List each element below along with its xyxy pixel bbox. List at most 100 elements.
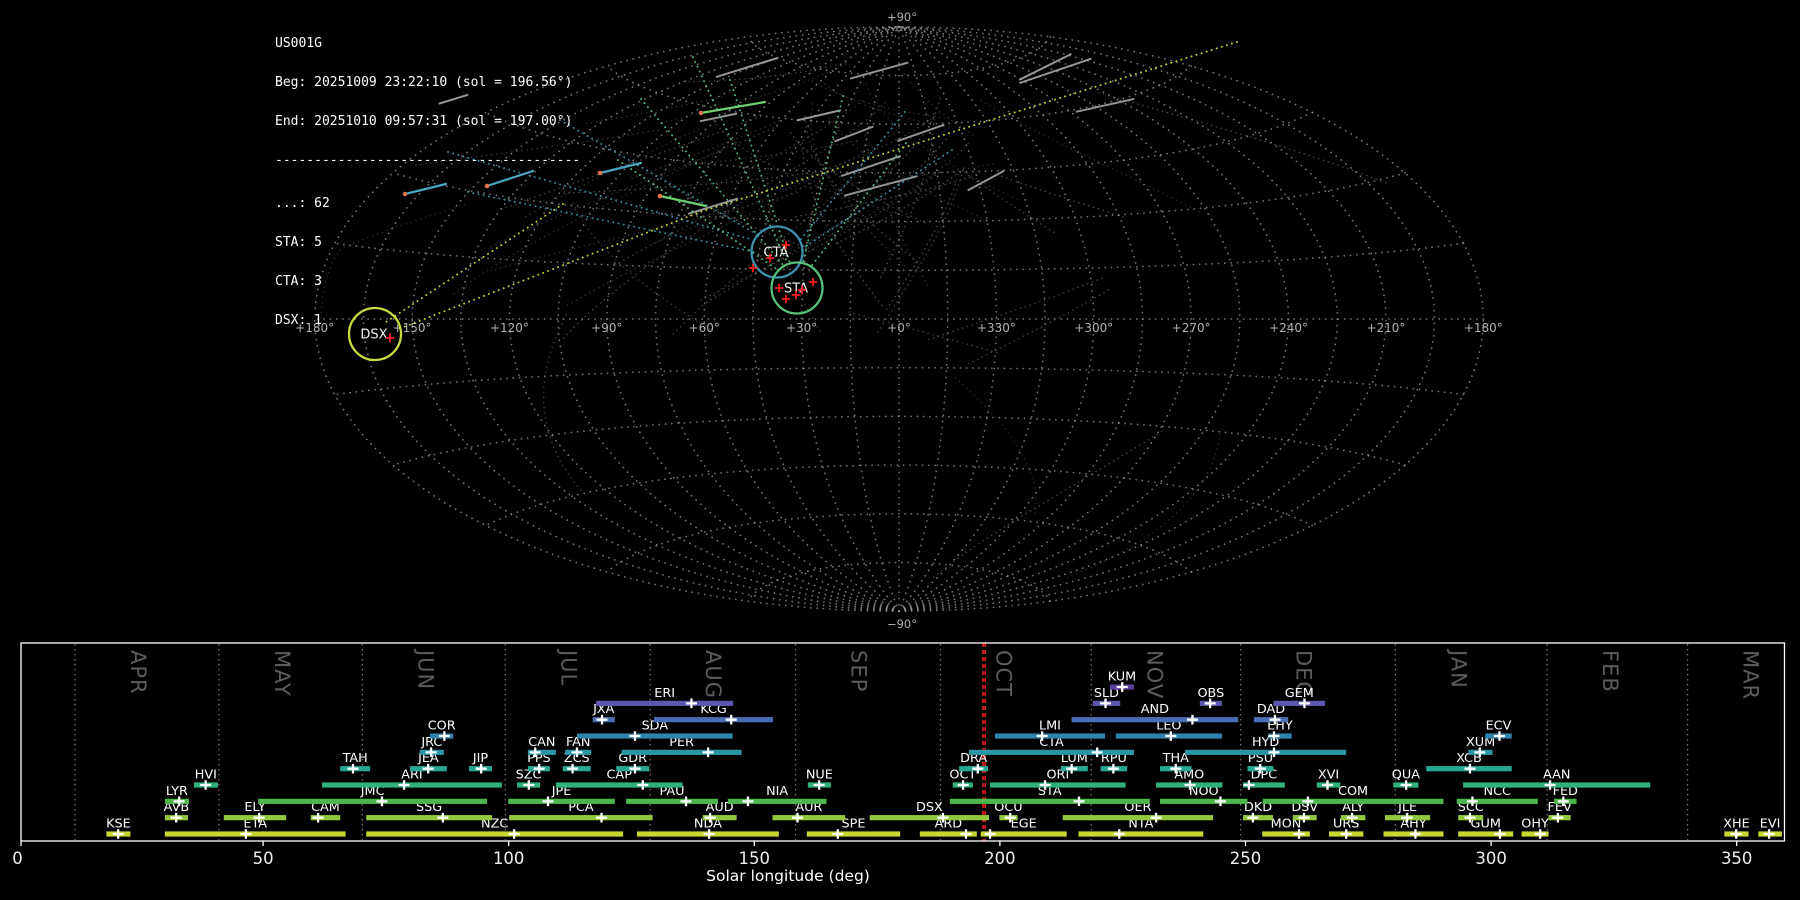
month-label: MAY: [270, 650, 294, 697]
shower-peak-marker: [702, 747, 714, 758]
meteor-trail-gray: [801, 142, 886, 310]
meteor-trail-gray: [763, 112, 940, 191]
shower-bar: [621, 749, 742, 755]
shower-bar: [596, 700, 734, 706]
x-axis-title: Solar longitude (deg): [706, 867, 870, 885]
meteor-trail-gray: [703, 138, 947, 305]
station-info-block: US001G Beg: 20251009 23:22:10 (sol = 196…: [275, 11, 580, 353]
meteor-trail-gray: [884, 173, 960, 313]
shower-bar: [994, 733, 1106, 739]
map-longitude-label: +270°: [1172, 321, 1211, 335]
x-axis-tick-label: 150: [739, 849, 771, 868]
meteor-tip-dot: [597, 170, 603, 176]
meteor-trail-gray: [954, 377, 1037, 515]
meteor-trail-gray: [712, 119, 910, 218]
shower-bar: [322, 782, 502, 788]
shower-code-label: CAN: [528, 735, 555, 750]
shower-code-label: ERI: [654, 686, 675, 701]
shower-code-label: DSX: [916, 800, 943, 815]
month-label: FEB: [1598, 650, 1622, 693]
map-longitude-label: +210°: [1366, 321, 1405, 335]
month-label: MAR: [1739, 650, 1763, 700]
shower-code-label: TAH: [342, 751, 368, 766]
month-label: NOV: [1142, 650, 1166, 699]
shower-peak-marker: [1073, 796, 1085, 807]
x-axis-tick-label: 250: [1230, 849, 1262, 868]
shower-peak-marker: [596, 812, 608, 823]
meteor-tip-dot: [657, 193, 663, 199]
meteor-trail-gray: [811, 80, 954, 121]
meteor-trail-gray: [680, 62, 847, 83]
app-root: +180° +150° +120° +90° +60° +30° +0° +330° +300°…: [0, 0, 1800, 900]
month-label: JUL: [556, 648, 580, 686]
graticule-meridian: [898, 25, 1290, 613]
month-label: SEP: [847, 650, 871, 692]
shower-bar: [654, 717, 773, 723]
count-sta: STA: 5: [275, 235, 322, 250]
shower-code-label: KUM: [1108, 670, 1136, 685]
shower-code-label: ECV: [1486, 719, 1512, 734]
shower-bar: [1185, 749, 1347, 755]
shower-bar: [1062, 815, 1214, 821]
meteor-trail-shower: [617, 159, 779, 271]
meteor-trail-gray: [1001, 175, 1127, 219]
shower-code-label: XHE: [1723, 817, 1749, 832]
radiant-cross-marker: [774, 283, 784, 293]
x-axis-tick-label: 300: [1475, 849, 1507, 868]
x-axis-tick-label: 200: [984, 849, 1016, 868]
meteor-trail-gray: [1098, 92, 1389, 185]
shower-bar: [626, 798, 718, 804]
shower-code-label: OHY: [1521, 817, 1549, 832]
map-pole-label-top: +90°: [887, 10, 917, 24]
shower-bar: [366, 831, 624, 837]
graticule-meridian: [898, 25, 1193, 613]
month-label: JUN: [413, 648, 437, 690]
shower-bar: [555, 782, 683, 788]
meteor-trail-gray: [805, 171, 941, 254]
month-label: APR: [126, 650, 150, 695]
meteor-streak: [715, 57, 778, 78]
meteor-streak: [897, 124, 945, 142]
map-longitude-label: +60°: [689, 321, 720, 335]
shower-peak-marker: [725, 714, 737, 725]
shower-peak-marker: [629, 731, 641, 741]
x-axis-tick-label: 350: [1721, 849, 1753, 868]
meteor-tip-dot: [698, 110, 704, 116]
shower-code-label: NIA: [766, 784, 788, 799]
map-longitude-label: +330°: [977, 321, 1016, 335]
shower-peak-marker: [960, 829, 972, 839]
shower-bar: [508, 798, 615, 804]
shower-code-label: LYR: [166, 784, 188, 799]
meteor-plot-canvas: +180° +150° +120° +90° +60° +30° +0° +330° +300°…: [12, 10, 1786, 885]
shower-code-label: THA: [1162, 751, 1189, 766]
shower-bar: [1078, 831, 1204, 837]
shower-peak-marker: [637, 780, 649, 790]
meteor-trail-gray: [823, 83, 952, 129]
map-longitude-label: +240°: [1269, 321, 1308, 335]
meteor-streak: [1018, 53, 1072, 81]
shower-bar: [1463, 782, 1651, 788]
shower-bar: [509, 815, 653, 821]
meteor-trail-gray: [1066, 428, 1222, 578]
meteor-trail-gray: [672, 99, 864, 207]
meteor-streak: [1075, 98, 1135, 113]
station-id: US001G: [275, 36, 322, 51]
shower-code-label: COM: [1338, 784, 1368, 799]
x-axis-tick-label: 100: [493, 849, 525, 868]
shower-peak-marker: [1186, 714, 1198, 725]
shower-bar: [968, 749, 1134, 755]
shower-code-label: OBS: [1197, 686, 1224, 701]
shower-bar: [1160, 798, 1248, 804]
shower-code-label: HVI: [195, 768, 217, 783]
shower-code-label: LMI: [1039, 719, 1061, 734]
x-axis-tick-label: 50: [253, 849, 274, 868]
map-longitude-label: +30°: [786, 321, 817, 335]
radiant-cross-marker: [808, 277, 818, 287]
month-label: JAN: [1446, 648, 1470, 689]
count-dsx: DSX: 1: [275, 313, 322, 328]
shower-code-label: NUE: [806, 768, 833, 783]
shower-bar: [164, 831, 346, 837]
shower-bar: [869, 815, 990, 821]
map-pole-label-bottom: −90°: [887, 617, 917, 631]
shower-peak-marker: [685, 698, 697, 709]
